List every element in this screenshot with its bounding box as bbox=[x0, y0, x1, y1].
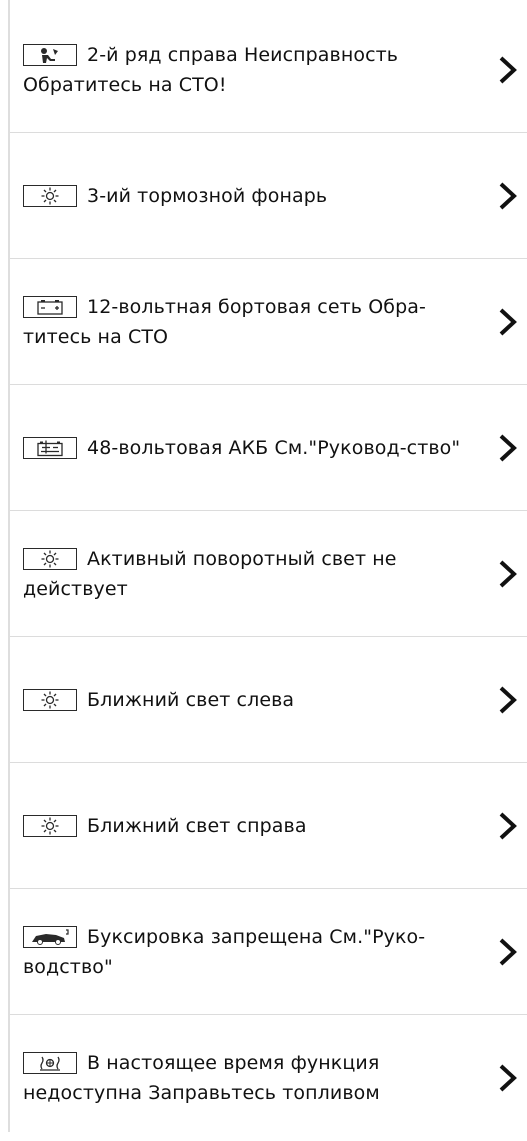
chevron-right-icon[interactable] bbox=[497, 55, 519, 85]
bulb-icon bbox=[23, 547, 77, 570]
bulb-icon bbox=[23, 814, 77, 837]
list-item[interactable]: В настоящее время функция недоступна Зап… bbox=[10, 1015, 527, 1141]
list-item-text-wrap: Ближний свет справа bbox=[23, 811, 471, 841]
list-item-label: 3-ий тормозной фонарь bbox=[87, 184, 328, 207]
list-item-text-wrap: Активный поворотный свет не действует bbox=[23, 544, 471, 604]
list-item-label: Ближний свет слева bbox=[87, 688, 295, 711]
list-item[interactable]: 2-й ряд справа Неисправность Обратитесь … bbox=[10, 7, 527, 133]
message-list: 2-й ряд справа Неисправность Обратитесь … bbox=[10, 7, 527, 1141]
chevron-right-icon[interactable] bbox=[497, 811, 519, 841]
list-item-text-wrap: В настоящее время функция недоступна Зап… bbox=[23, 1048, 471, 1108]
list-item[interactable]: Буксировка запрещена См."Руко-водство" bbox=[10, 889, 527, 1015]
fuel-heater-icon bbox=[23, 1052, 77, 1074]
chevron-right-icon[interactable] bbox=[497, 1063, 519, 1093]
battery-48v-icon bbox=[23, 436, 77, 459]
bulb-icon bbox=[23, 688, 77, 711]
list-item-text-wrap: 3-ий тормозной фонарь bbox=[23, 181, 471, 211]
battery-12v-icon bbox=[23, 295, 77, 318]
list-item-text-wrap: 2-й ряд справа Неисправность Обратитесь … bbox=[23, 40, 471, 100]
chevron-right-icon[interactable] bbox=[497, 559, 519, 589]
tow-away-icon bbox=[23, 925, 77, 948]
list-item[interactable]: Ближний свет слева bbox=[10, 637, 527, 763]
list-item-label: 12-вольтная бортовая сеть Обра-титесь на… bbox=[23, 295, 426, 348]
bulb-icon bbox=[23, 184, 77, 207]
airbag-passenger-icon bbox=[23, 43, 77, 66]
chevron-right-icon[interactable] bbox=[497, 685, 519, 715]
list-item-text-wrap: Буксировка запрещена См."Руко-водство" bbox=[23, 922, 471, 982]
list-item[interactable]: 48-вольтовая АКБ См."Руковод-ство" bbox=[10, 385, 527, 511]
list-item[interactable]: 12-вольтная бортовая сеть Обра-титесь на… bbox=[10, 259, 527, 385]
list-item-label: Ближний свет справа bbox=[87, 814, 307, 837]
list-item-label: 48-вольтовая АКБ См."Руковод-ство" bbox=[87, 436, 461, 459]
list-item[interactable]: Ближний свет справа bbox=[10, 763, 527, 889]
list-item-text-wrap: Ближний свет слева bbox=[23, 685, 471, 715]
list-item-text-wrap: 12-вольтная бортовая сеть Обра-титесь на… bbox=[23, 292, 471, 352]
list-item[interactable]: Активный поворотный свет не действует bbox=[10, 511, 527, 637]
list-item-label: 2-й ряд справа Неисправность Обратитесь … bbox=[23, 43, 399, 96]
chevron-right-icon[interactable] bbox=[497, 307, 519, 337]
list-item[interactable]: 3-ий тормозной фонарь bbox=[10, 133, 527, 259]
list-item-label: Буксировка запрещена См."Руко-водство" bbox=[23, 925, 426, 978]
chevron-right-icon[interactable] bbox=[497, 181, 519, 211]
list-item-label: Активный поворотный свет не действует bbox=[23, 547, 397, 600]
chevron-right-icon[interactable] bbox=[497, 433, 519, 463]
chevron-right-icon[interactable] bbox=[497, 937, 519, 967]
list-item-text-wrap: 48-вольтовая АКБ См."Руковод-ство" bbox=[23, 433, 471, 463]
